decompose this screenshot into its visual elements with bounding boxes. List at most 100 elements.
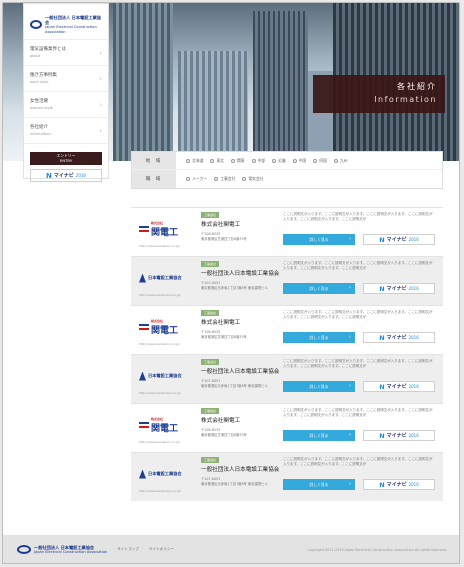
filter-label-type: 職 域 bbox=[132, 170, 176, 188]
company-logo-name: 関電工 bbox=[151, 423, 179, 434]
mynavi-year: 2016 bbox=[408, 482, 419, 487]
detail-button[interactable]: 詳しく見る › bbox=[283, 381, 355, 392]
sidebar-item[interactable]: 働き方事例集 work style › bbox=[24, 66, 108, 92]
logo-name-en: Japan Electrical Construction Associatio… bbox=[45, 25, 97, 34]
category-tag: 工事会社 bbox=[201, 261, 219, 267]
entry-button[interactable]: エントリー ENTRY bbox=[30, 152, 102, 165]
company-name: 株式会社関電工 bbox=[201, 320, 241, 326]
area-option[interactable]: 中部 bbox=[251, 157, 266, 164]
radio-icon[interactable] bbox=[210, 158, 215, 163]
radio-icon[interactable] bbox=[251, 158, 256, 163]
detail-button-label: 詳しく見る bbox=[309, 286, 329, 291]
area-option[interactable]: 北海道 bbox=[186, 158, 203, 164]
sidebar-item[interactable]: 女性活躍 woman style › bbox=[24, 92, 108, 118]
hero-title-panel: 各社紹介 Information bbox=[313, 75, 445, 113]
company-logo[interactable]: 株式会社 関電工 bbox=[139, 319, 189, 336]
company-url-link[interactable]: http://www.kandenko.co.jp/ bbox=[139, 342, 180, 346]
radio-icon[interactable] bbox=[333, 158, 338, 163]
company-name: 一般社団法人日本電設工業協会 bbox=[201, 369, 280, 375]
type-option-label: 電気会社 bbox=[248, 176, 264, 181]
radio-icon[interactable] bbox=[313, 158, 318, 163]
area-option[interactable]: 九州 bbox=[333, 158, 348, 164]
building-image bbox=[178, 51, 248, 161]
detail-button[interactable]: 詳しく見る › bbox=[283, 234, 355, 245]
building-image bbox=[253, 11, 308, 161]
company-logo-name: 日本電設工業協会 bbox=[148, 275, 182, 280]
type-option[interactable]: 工事会社 bbox=[214, 176, 235, 182]
company-logo[interactable]: 株式会社 関電工 bbox=[139, 417, 189, 434]
detail-button[interactable]: 詳しく見る › bbox=[283, 479, 355, 490]
company-logo[interactable]: 日本電設工業協会 bbox=[139, 467, 189, 481]
type-option-label: 工事会社 bbox=[220, 176, 236, 181]
area-option-label: 中国 bbox=[298, 157, 307, 163]
kandenko-mark-icon bbox=[139, 322, 149, 332]
filter-label-area: 地 域 bbox=[132, 152, 176, 169]
type-option[interactable]: 電気会社 bbox=[242, 176, 264, 182]
mynavi-button[interactable]: N マイナビ 2016 bbox=[363, 479, 435, 490]
company-url-link[interactable]: http://www.denkoukyo.or.jp/ bbox=[139, 293, 181, 297]
company-url-link[interactable]: http://www.kandenko.co.jp/ bbox=[139, 440, 180, 444]
detail-button[interactable]: 詳しく見る › bbox=[283, 283, 355, 294]
sidebar-item[interactable]: 各社紹介 information › bbox=[24, 118, 108, 144]
company-url-link[interactable]: http://www.denkoukyo.or.jp/ bbox=[139, 489, 181, 493]
company-logo[interactable]: 日本電設工業協会 bbox=[139, 271, 189, 285]
sidebar-item-label: 女性活躍 bbox=[30, 99, 48, 104]
mynavi-logo-icon: N bbox=[379, 333, 385, 342]
mynavi-button[interactable]: N マイナビ 2016 bbox=[363, 430, 435, 441]
page-frame: 各社紹介 Information 一般社団法人 日本電設工業協会 Japan E… bbox=[2, 2, 460, 564]
radio-icon[interactable] bbox=[242, 177, 247, 181]
area-option-label: 北海道 bbox=[192, 157, 204, 163]
area-option[interactable]: 関東 bbox=[230, 157, 245, 164]
company-description: ここに説明文が入ります。ここに説明文が入ります。ここに説明文が入ります。ここに説… bbox=[283, 261, 433, 271]
mynavi-button[interactable]: N マイナビ 2016 bbox=[363, 234, 435, 245]
copyright: Copyright 2011-2015 Japan Electrical Con… bbox=[307, 547, 447, 552]
mynavi-logo-icon: N bbox=[46, 171, 52, 180]
area-option[interactable]: 中国 bbox=[292, 157, 307, 164]
mynavi-button[interactable]: N マイナビ 2016 bbox=[363, 332, 435, 343]
footer-link[interactable]: サイトマップ bbox=[117, 547, 139, 552]
area-option-label: 関東 bbox=[236, 157, 245, 163]
mynavi-button[interactable]: N マイナビ 2016 bbox=[363, 381, 435, 392]
site-logo[interactable]: 一般社団法人 日本電設工業協会 Japan Electrical Constru… bbox=[24, 4, 108, 40]
detail-button-label: 詳しく見る bbox=[309, 335, 329, 340]
footer: 一般社団法人 日本電設工業協会 Japan Electrical Constru… bbox=[3, 535, 459, 563]
association-mark-icon bbox=[139, 273, 146, 283]
detail-button[interactable]: 詳しく見る › bbox=[283, 430, 355, 441]
footer-logo[interactable]: 一般社団法人 日本電設工業協会 Japan Electrical Constru… bbox=[17, 545, 107, 554]
radio-icon[interactable] bbox=[186, 158, 190, 163]
mynavi-button[interactable]: N マイナビ 2016 bbox=[363, 283, 435, 294]
mynavi-logo-icon: N bbox=[379, 480, 385, 489]
radio-icon[interactable] bbox=[272, 158, 277, 163]
area-option[interactable]: 東北 bbox=[210, 158, 224, 164]
area-option[interactable]: 近畿 bbox=[272, 158, 286, 164]
company-description: ここに説明文が入ります。ここに説明文が入ります。ここに説明文が入ります。ここに説… bbox=[283, 408, 433, 418]
radio-icon[interactable] bbox=[186, 177, 190, 181]
company-url-link[interactable]: http://www.denkoukyo.or.jp/ bbox=[139, 391, 181, 395]
company-description: ここに説明文が入ります。ここに説明文が入ります。ここに説明文が入ります。ここに説… bbox=[283, 310, 433, 320]
company-url-link[interactable]: http://www.kandenko.co.jp/ bbox=[139, 244, 180, 248]
company-card: 株式会社 関電工 http://www.kandenko.co.jp/工事会社株式会… bbox=[131, 305, 443, 354]
radio-icon[interactable] bbox=[292, 158, 297, 163]
area-option[interactable]: 四国 bbox=[313, 158, 327, 164]
chevron-right-icon: › bbox=[99, 49, 102, 57]
mynavi-label: マイナビ bbox=[386, 335, 407, 341]
area-option-label: 中部 bbox=[257, 157, 266, 163]
company-address: 東京都港区元赤坂1丁目7番8号 東京建物ビル bbox=[201, 482, 268, 486]
company-name: 一般社団法人日本電設工業協会 bbox=[201, 271, 280, 277]
company-logo[interactable]: 株式会社 関電工 bbox=[139, 221, 189, 238]
detail-button[interactable]: 詳しく見る › bbox=[283, 332, 355, 343]
company-card: 日本電設工業協会 http://www.denkoukyo.or.jp/工事会社一… bbox=[131, 256, 443, 305]
radio-icon[interactable] bbox=[214, 177, 219, 181]
category-tag: 工事会社 bbox=[201, 310, 219, 316]
radio-icon[interactable] bbox=[230, 158, 235, 163]
footer-link[interactable]: サイトポリシー bbox=[149, 547, 174, 552]
type-option[interactable]: メーカー bbox=[186, 176, 207, 182]
company-description: ここに説明文が入ります。ここに説明文が入ります。ここに説明文が入ります。ここに説… bbox=[283, 212, 433, 222]
sidebar-item[interactable]: 電気設備業界とは about › bbox=[24, 40, 108, 66]
company-description: ここに説明文が入ります。ここに説明文が入ります。ここに説明文が入ります。ここに説… bbox=[283, 457, 433, 467]
mynavi-label: マイナビ bbox=[386, 286, 407, 292]
mynavi-button[interactable]: N マイナビ 2016 bbox=[30, 169, 102, 182]
mynavi-label: マイナビ bbox=[386, 482, 407, 488]
company-logo[interactable]: 日本電設工業協会 bbox=[139, 369, 189, 383]
chevron-right-icon: › bbox=[349, 285, 351, 291]
